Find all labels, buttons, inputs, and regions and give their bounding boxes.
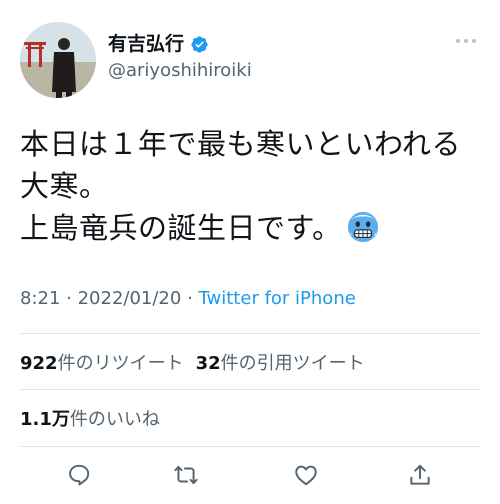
tweet-source-link[interactable]: Twitter for iPhone (199, 288, 356, 309)
divider (20, 446, 480, 447)
divider (20, 333, 480, 334)
likes-stats: 1.1万件のいいね (20, 405, 160, 431)
more-options-icon[interactable] (454, 36, 478, 46)
retweets-stat[interactable]: 922件のリツイート (20, 353, 184, 374)
author-handle[interactable]: @ariyoshihiroiki (108, 58, 252, 84)
share-icon (410, 464, 430, 485)
retweets-count: 922 (20, 353, 58, 374)
tweet-date[interactable]: 2022/01/20 (78, 288, 182, 309)
divider (20, 389, 480, 390)
action-bar (0, 452, 500, 496)
verified-badge-icon (191, 35, 208, 53)
retweets-label: 件のリツイート (57, 353, 184, 374)
author-display-name[interactable]: 有吉弘行 (108, 32, 184, 56)
reply-button[interactable] (64, 460, 94, 490)
tweet-text-line: 上島竜兵の誕生日です。 (20, 211, 342, 245)
author-name-row[interactable]: 有吉弘行 (108, 32, 252, 56)
likes-count: 1.1万 (20, 409, 70, 430)
tweet-text-line: 本日は１年で最も寒いといわれる (20, 127, 462, 161)
retweet-button[interactable] (171, 460, 201, 490)
quotes-stat[interactable]: 32件の引用ツイート (196, 353, 365, 374)
like-icon (295, 465, 317, 486)
reply-icon (69, 464, 90, 486)
quotes-count: 32 (195, 353, 221, 374)
meta-separator: · (60, 288, 78, 309)
retweet-icon (174, 465, 198, 485)
tweet-body: 本日は１年で最も寒いといわれる 大寒。 上島竜兵の誕生日です。 (20, 123, 480, 249)
like-button[interactable] (291, 460, 321, 490)
likes-label: 件のいいね (69, 409, 160, 430)
tweet-header: 有吉弘行 @ariyoshihiroiki (20, 22, 480, 100)
share-button[interactable] (405, 460, 435, 490)
avatar-photo (20, 22, 96, 98)
tweet-text-line-with-emoji: 上島竜兵の誕生日です。 (20, 207, 480, 249)
cold-face-emoji-icon (347, 211, 378, 243)
quotes-label: 件の引用ツイート (220, 353, 365, 374)
avatar[interactable] (20, 22, 96, 98)
tweet-meta: 8:21 · 2022/01/20 · Twitter for iPhone (20, 288, 356, 309)
tweet-text-line: 大寒。 (20, 169, 109, 203)
likes-stat[interactable]: 1.1万件のいいね (20, 409, 160, 430)
engagement-stats: 922件のリツイート 32件の引用ツイート (20, 349, 365, 375)
tweet-time[interactable]: 8:21 (20, 288, 60, 309)
meta-separator: · (181, 288, 199, 309)
